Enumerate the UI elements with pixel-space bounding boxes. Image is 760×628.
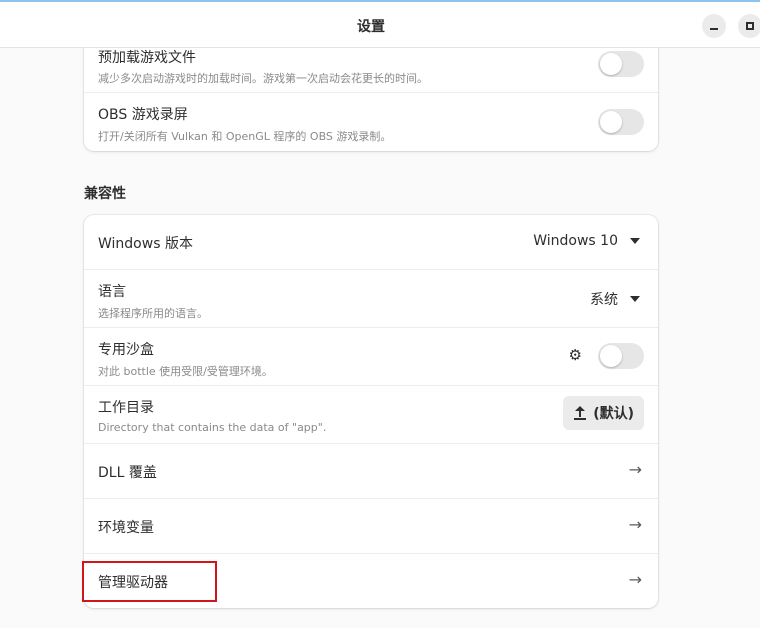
minimize-button[interactable] (702, 14, 726, 38)
maximize-button[interactable] (738, 14, 760, 38)
windows-version-value: Windows 10 (533, 233, 618, 249)
obs-subtitle: 打开/关闭所有 Vulkan 和 OpenGL 程序的 OBS 游戏录制。 (98, 130, 392, 143)
sandbox-row: 专用沙盒 对此 bottle 使用受限/受管理环境。 ⚙ (84, 328, 658, 386)
header-bar: 设置 (0, 2, 760, 48)
windows-version-row[interactable]: Windows 版本 Windows 10 (84, 215, 658, 270)
windows-version-dropdown[interactable]: Windows 10 (533, 233, 640, 249)
sandbox-title: 专用沙盒 (98, 342, 154, 358)
dll-overrides-row[interactable]: DLL 覆盖 → (84, 444, 658, 499)
sandbox-toggle[interactable] (598, 343, 644, 369)
language-row[interactable]: 语言 选择程序所用的语言。 系统 (84, 270, 658, 328)
compatibility-card: Windows 版本 Windows 10 语言 选择程序所用的语言。 系统 专… (84, 215, 658, 608)
arrow-right-icon: → (628, 570, 642, 589)
workdir-button-label: (默认) (593, 406, 634, 422)
workdir-subtitle: Directory that contains the data of "app… (98, 421, 327, 434)
env-vars-title: 环境变量 (98, 520, 154, 536)
language-value: 系统 (590, 292, 618, 308)
workdir-select-button[interactable]: (默认) (563, 396, 644, 430)
preload-title: 预加载游戏文件 (98, 50, 196, 66)
compatibility-section-title: 兼容性 (84, 186, 126, 202)
workdir-title: 工作目录 (98, 400, 154, 416)
windows-version-title: Windows 版本 (98, 236, 193, 252)
caret-down-icon (630, 296, 640, 302)
obs-title: OBS 游戏录屏 (98, 107, 188, 123)
arrow-right-icon: → (628, 460, 642, 479)
window-title: 设置 (357, 19, 385, 35)
environment-variables-row[interactable]: 环境变量 → (84, 499, 658, 554)
upload-icon (573, 406, 587, 420)
gear-icon[interactable]: ⚙ (569, 348, 582, 363)
obs-toggle[interactable] (598, 109, 644, 135)
language-dropdown[interactable]: 系统 (590, 289, 640, 309)
dll-overrides-title: DLL 覆盖 (98, 465, 157, 481)
obs-recording-row: OBS 游戏录屏 打开/关闭所有 Vulkan 和 OpenGL 程序的 OBS… (84, 93, 658, 151)
caret-down-icon (630, 238, 640, 244)
language-title: 语言 (98, 284, 126, 300)
language-subtitle: 选择程序所用的语言。 (98, 307, 208, 320)
highlight-box (82, 561, 217, 602)
preload-subtitle: 减少多次启动游戏时的加载时间。游戏第一次启动会花更长的时间。 (98, 72, 428, 85)
working-directory-row: 工作目录 Directory that contains the data of… (84, 386, 658, 444)
sandbox-subtitle: 对此 bottle 使用受限/受管理环境。 (98, 365, 273, 378)
arrow-right-icon: → (628, 515, 642, 534)
preload-toggle[interactable] (598, 51, 644, 77)
game-options-card: 预加载游戏文件 减少多次启动游戏时的加载时间。游戏第一次启动会花更长的时间。 O… (84, 30, 658, 151)
